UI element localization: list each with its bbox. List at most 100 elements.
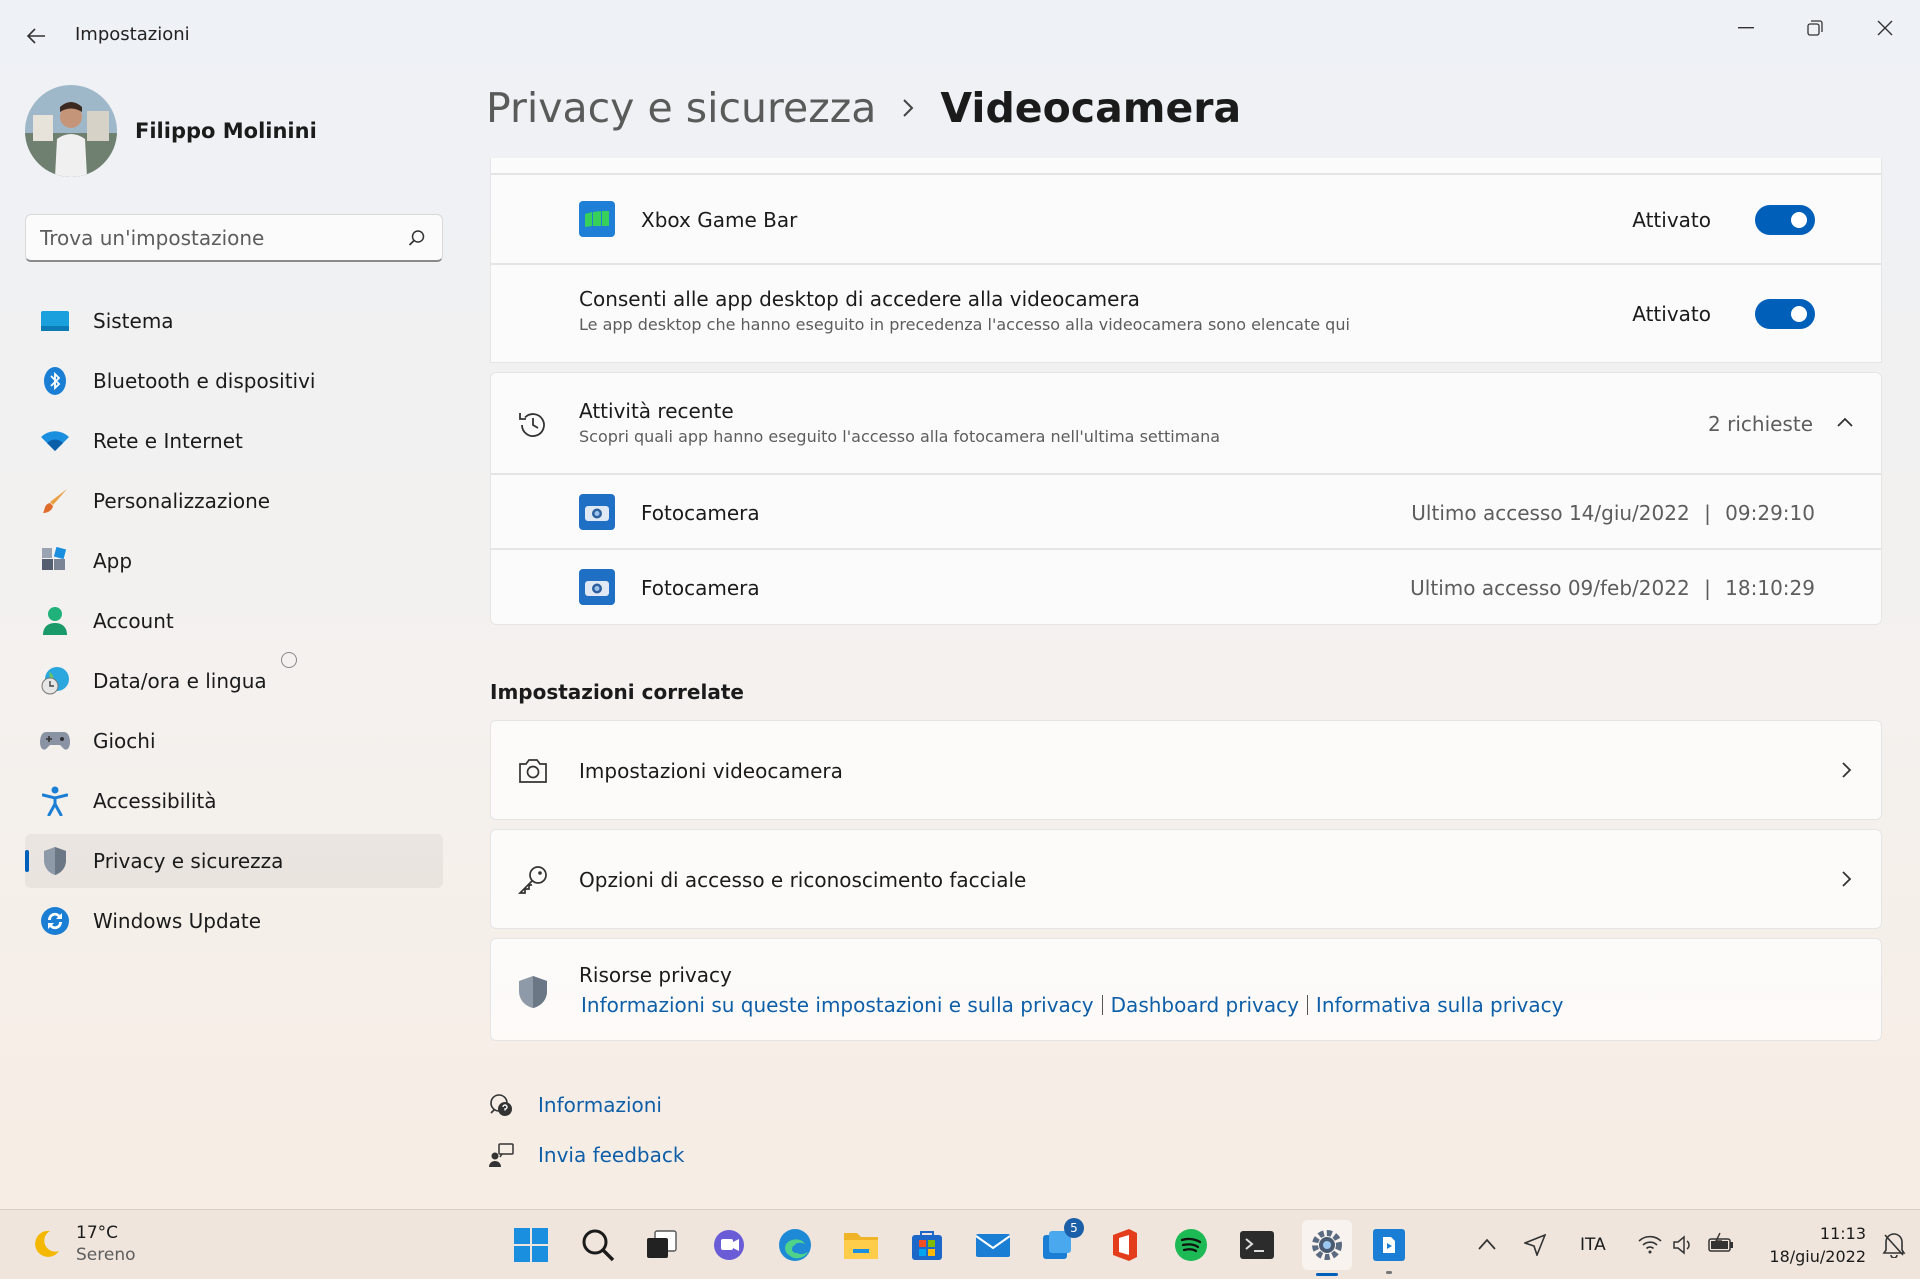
- desktop-apps-title: Consenti alle app desktop di accedere al…: [579, 287, 1140, 311]
- weather-condition: Sereno: [76, 1245, 136, 1265]
- breadcrumb-parent[interactable]: Privacy e sicurezza: [486, 84, 876, 132]
- entry-app-name: Fotocamera: [641, 576, 760, 600]
- moon-icon: [35, 1230, 59, 1257]
- terminal-icon: [1240, 1231, 1274, 1259]
- user-profile[interactable]: Filippo Molinini: [25, 85, 317, 177]
- sidebar-item-bluetooth[interactable]: Bluetooth e dispositivi: [25, 354, 443, 408]
- app-name: Xbox Game Bar: [641, 208, 798, 232]
- taskbar: 17°C Sereno 5 ITA 11:13 18/giu/2022: [0, 1209, 1920, 1279]
- privacy-info-link[interactable]: Informazioni su queste impostazioni e su…: [581, 993, 1094, 1017]
- clock-time: 11:13: [1819, 1224, 1866, 1243]
- xbox-toggle-wrap: Attivato: [1632, 205, 1815, 235]
- sidebar-item-sistema[interactable]: Sistema: [25, 294, 443, 348]
- notification-badge: 5: [1064, 1218, 1084, 1238]
- active-app-indicator: [1316, 1273, 1338, 1276]
- chevron-right-icon: [902, 98, 914, 118]
- sidebar-item-time-language[interactable]: Data/ora e lingua: [25, 654, 443, 708]
- chevron-up-icon[interactable]: [1478, 1238, 1496, 1250]
- search-input[interactable]: [40, 225, 400, 251]
- history-icon: [519, 413, 545, 437]
- notification-bell-icon[interactable]: [1882, 1232, 1906, 1258]
- windows-logo-icon: [514, 1228, 548, 1262]
- spotify-button[interactable]: [1170, 1224, 1212, 1266]
- xbox-game-bar-toggle[interactable]: [1755, 205, 1815, 235]
- camera-settings-label: Impostazioni videocamera: [579, 759, 843, 783]
- todo-button[interactable]: 5: [1038, 1218, 1084, 1266]
- search-icon[interactable]: [408, 229, 426, 247]
- privacy-resources-title: Risorse privacy: [579, 963, 732, 987]
- chevron-right-icon: [1842, 871, 1851, 887]
- feedback-link[interactable]: Invia feedback: [538, 1143, 684, 1167]
- sidebar-item-apps[interactable]: App: [25, 534, 443, 588]
- privacy-resources-card: Risorse privacy Informazioni su queste i…: [490, 938, 1882, 1041]
- sidebar-item-gaming[interactable]: Giochi: [25, 714, 443, 768]
- list-item: Fotocamera Ultimo accesso 09/feb/2022 | …: [490, 549, 1882, 625]
- xbox-game-bar-icon: [579, 201, 615, 237]
- desktop-apps-subtitle: Le app desktop che hanno eseguito in pre…: [579, 315, 1350, 334]
- teams-chat-button[interactable]: [708, 1224, 750, 1266]
- desktop-apps-toggle[interactable]: [1755, 299, 1815, 329]
- minimize-icon: [1738, 27, 1754, 29]
- help-icon: [490, 1094, 512, 1116]
- monitor-icon: [39, 305, 71, 337]
- close-button[interactable]: [1855, 8, 1915, 48]
- related-settings-heading: Impostazioni correlate: [490, 680, 744, 704]
- sidebar-item-windows-update[interactable]: Windows Update: [25, 894, 443, 948]
- edge-icon: [779, 1229, 811, 1261]
- user-name: Filippo Molinini: [135, 119, 317, 143]
- mail-button[interactable]: [972, 1224, 1014, 1266]
- remote-desktop-button[interactable]: [1368, 1224, 1410, 1274]
- remote-app-icon: [1373, 1229, 1405, 1261]
- language-indicator[interactable]: ITA: [1580, 1235, 1606, 1255]
- back-button[interactable]: [20, 22, 52, 50]
- back-arrow-icon: [26, 28, 45, 44]
- sidebar-item-privacy[interactable]: Privacy e sicurezza: [25, 834, 443, 888]
- gear-icon: [1312, 1230, 1342, 1260]
- help-link[interactable]: Informazioni: [538, 1093, 662, 1117]
- toggle-state-label: Attivato: [1632, 302, 1711, 326]
- sidebar-item-account[interactable]: Account: [25, 594, 443, 648]
- apps-icon: [39, 545, 71, 577]
- search-icon: [582, 1229, 615, 1262]
- title-bar: Impostazioni: [0, 0, 1920, 72]
- globe-clock-icon: [39, 665, 71, 697]
- minimize-button[interactable]: [1716, 8, 1776, 48]
- signin-options-link[interactable]: Opzioni di accesso e riconoscimento facc…: [490, 829, 1882, 929]
- sidebar-item-personalization[interactable]: Personalizzazione: [25, 474, 443, 528]
- privacy-statement-link[interactable]: Informativa sulla privacy: [1316, 993, 1564, 1017]
- camera-settings-link[interactable]: Impostazioni videocamera: [490, 720, 1882, 820]
- location-icon[interactable]: [1524, 1234, 1546, 1256]
- restore-button[interactable]: [1785, 8, 1845, 48]
- settings-taskbar-button[interactable]: [1302, 1220, 1352, 1276]
- spotify-icon: [1175, 1229, 1207, 1261]
- start-button[interactable]: [510, 1224, 552, 1266]
- clock-date: 18/giu/2022: [1769, 1247, 1866, 1266]
- key-icon: [517, 866, 547, 894]
- terminal-button[interactable]: [1236, 1224, 1278, 1266]
- avatar: [25, 85, 117, 177]
- office-button[interactable]: [1104, 1224, 1146, 1266]
- feedback-link-row[interactable]: Invia feedback: [488, 1142, 684, 1168]
- sidebar-item-network[interactable]: Rete e Internet: [25, 414, 443, 468]
- store-button[interactable]: [906, 1224, 948, 1266]
- file-explorer-button[interactable]: [840, 1224, 882, 1266]
- app-title: Impostazioni: [75, 24, 190, 45]
- clock[interactable]: 11:13 18/giu/2022: [1769, 1222, 1866, 1268]
- chevron-up-icon[interactable]: [1837, 417, 1853, 427]
- battery-charging-icon[interactable]: [1708, 1232, 1734, 1256]
- office-icon: [1113, 1229, 1137, 1261]
- edge-button[interactable]: [774, 1224, 816, 1266]
- breadcrumb: Privacy e sicurezza Videocamera: [486, 84, 1241, 132]
- settings-search-box[interactable]: [25, 214, 443, 262]
- wifi-icon[interactable]: [1638, 1234, 1662, 1254]
- volume-icon[interactable]: [1672, 1234, 1694, 1256]
- sidebar-item-accessibility[interactable]: Accessibilità: [25, 774, 443, 828]
- privacy-dashboard-link[interactable]: Dashboard privacy: [1111, 993, 1299, 1017]
- taskbar-search-button[interactable]: [577, 1224, 619, 1266]
- weather-widget[interactable]: 17°C Sereno: [30, 1222, 136, 1266]
- clipped-card: [490, 158, 1882, 174]
- recent-activity-header[interactable]: Attività recente Scopri quali app hanno …: [490, 372, 1882, 474]
- task-view-button[interactable]: [640, 1224, 682, 1266]
- help-link-row[interactable]: Informazioni: [488, 1092, 662, 1118]
- folder-icon: [844, 1233, 878, 1259]
